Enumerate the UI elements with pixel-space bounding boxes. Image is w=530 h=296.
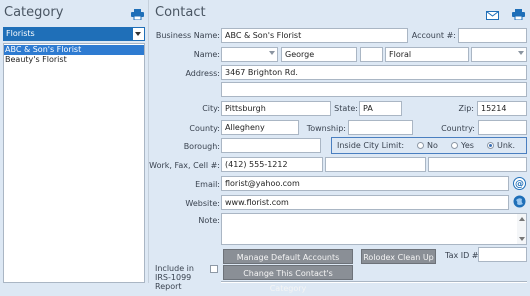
county-label: County:: [189, 124, 220, 133]
phones-label: Work, Fax, Cell #:: [149, 161, 220, 170]
category-panel: Category Florists ABC & Son's Florist Be…: [0, 0, 148, 283]
country-label: Country:: [441, 124, 475, 133]
work-phone-input[interactable]: (412) 555-1212: [221, 157, 323, 172]
state-label: State:: [334, 104, 358, 113]
panel-divider: [148, 0, 149, 283]
radio-unk-label: Unk.: [497, 141, 516, 150]
township-label: Township:: [306, 124, 346, 133]
rolodex-clean-up-button[interactable]: Rolodex Clean Up: [361, 249, 436, 264]
middle-name-input[interactable]: [360, 47, 383, 62]
address-label: Address:: [185, 69, 220, 78]
zip-input[interactable]: 15214: [477, 101, 527, 116]
account-label: Account #:: [411, 31, 456, 40]
change-category-button[interactable]: Change This Contact's Category: [223, 265, 353, 293]
state-input[interactable]: PA: [359, 101, 402, 116]
chevron-down-icon: [518, 51, 524, 55]
note-label: Note:: [198, 216, 220, 225]
radio-unk[interactable]: [487, 142, 494, 149]
list-item-label: Beauty's Florist: [5, 55, 67, 64]
tax-id-label: Tax ID #:: [445, 251, 482, 260]
email-label: Email:: [195, 180, 220, 189]
radio-yes-label: Yes: [461, 141, 474, 150]
city-label: City:: [202, 104, 220, 113]
note-textarea[interactable]: [221, 213, 527, 245]
website-label: Website:: [185, 199, 220, 208]
zip-label: Zip:: [458, 104, 474, 113]
email-icon[interactable]: [486, 11, 499, 20]
radio-no[interactable]: [417, 142, 424, 149]
category-dropdown-value: Florists: [6, 29, 35, 38]
list-item[interactable]: Beauty's Florist: [4, 55, 144, 65]
send-email-icon[interactable]: @: [513, 177, 526, 190]
scroll-up-icon[interactable]: [519, 217, 525, 221]
last-name-input[interactable]: Floral: [385, 47, 469, 62]
borough-input[interactable]: [221, 138, 321, 153]
inside-city-limit-group: Inside City Limit: No Yes Unk.: [331, 137, 527, 154]
name-prefix-dropdown[interactable]: [221, 47, 278, 62]
chevron-down-icon: [133, 28, 144, 40]
inside-city-limit-label: Inside City Limit:: [337, 141, 405, 150]
business-name-label: Business Name:: [155, 31, 220, 40]
website-input[interactable]: www.florist.com: [221, 195, 509, 210]
address-line2-input[interactable]: [221, 82, 527, 97]
country-input[interactable]: [478, 120, 527, 135]
business-name-input[interactable]: ABC & Son's Florist: [221, 28, 408, 43]
scroll-down-icon[interactable]: [519, 237, 525, 241]
township-input[interactable]: [348, 120, 413, 135]
category-list[interactable]: ABC & Son's Florist Beauty's Florist: [3, 43, 145, 283]
print-contact-icon[interactable]: [512, 9, 525, 21]
irs-1099-checkbox[interactable]: [210, 265, 218, 273]
first-name-input[interactable]: George: [281, 47, 357, 62]
city-input[interactable]: Pittsburgh: [221, 101, 331, 116]
fax-input[interactable]: [325, 157, 426, 172]
irs-1099-label: Include in IRS-1099 Report: [155, 264, 194, 291]
name-label: Name:: [193, 50, 220, 59]
tax-id-input[interactable]: [478, 247, 527, 262]
email-input[interactable]: florist@yahoo.com: [221, 176, 509, 191]
county-input[interactable]: Allegheny: [221, 120, 299, 135]
cell-input[interactable]: [428, 157, 527, 172]
list-item[interactable]: ABC & Son's Florist: [4, 45, 144, 55]
radio-no-label: No: [427, 141, 438, 150]
svg-text:@: @: [515, 180, 524, 190]
chevron-down-icon: [269, 51, 275, 55]
account-input[interactable]: [458, 28, 527, 43]
category-title: Category: [4, 5, 64, 20]
category-dropdown[interactable]: Florists: [3, 27, 145, 41]
note-scrollbar[interactable]: [517, 214, 526, 244]
name-suffix-dropdown[interactable]: [471, 47, 527, 62]
radio-yes[interactable]: [451, 142, 458, 149]
contact-title: Contact: [155, 5, 206, 20]
print-category-icon[interactable]: [131, 9, 144, 21]
list-item-label: ABC & Son's Florist: [5, 45, 82, 54]
address-line1-input[interactable]: 3467 Brighton Rd.: [221, 65, 527, 80]
open-website-icon[interactable]: [513, 195, 526, 208]
manage-default-accounts-button[interactable]: Manage Default Accounts: [223, 249, 353, 264]
borough-label: Borough:: [183, 142, 220, 151]
